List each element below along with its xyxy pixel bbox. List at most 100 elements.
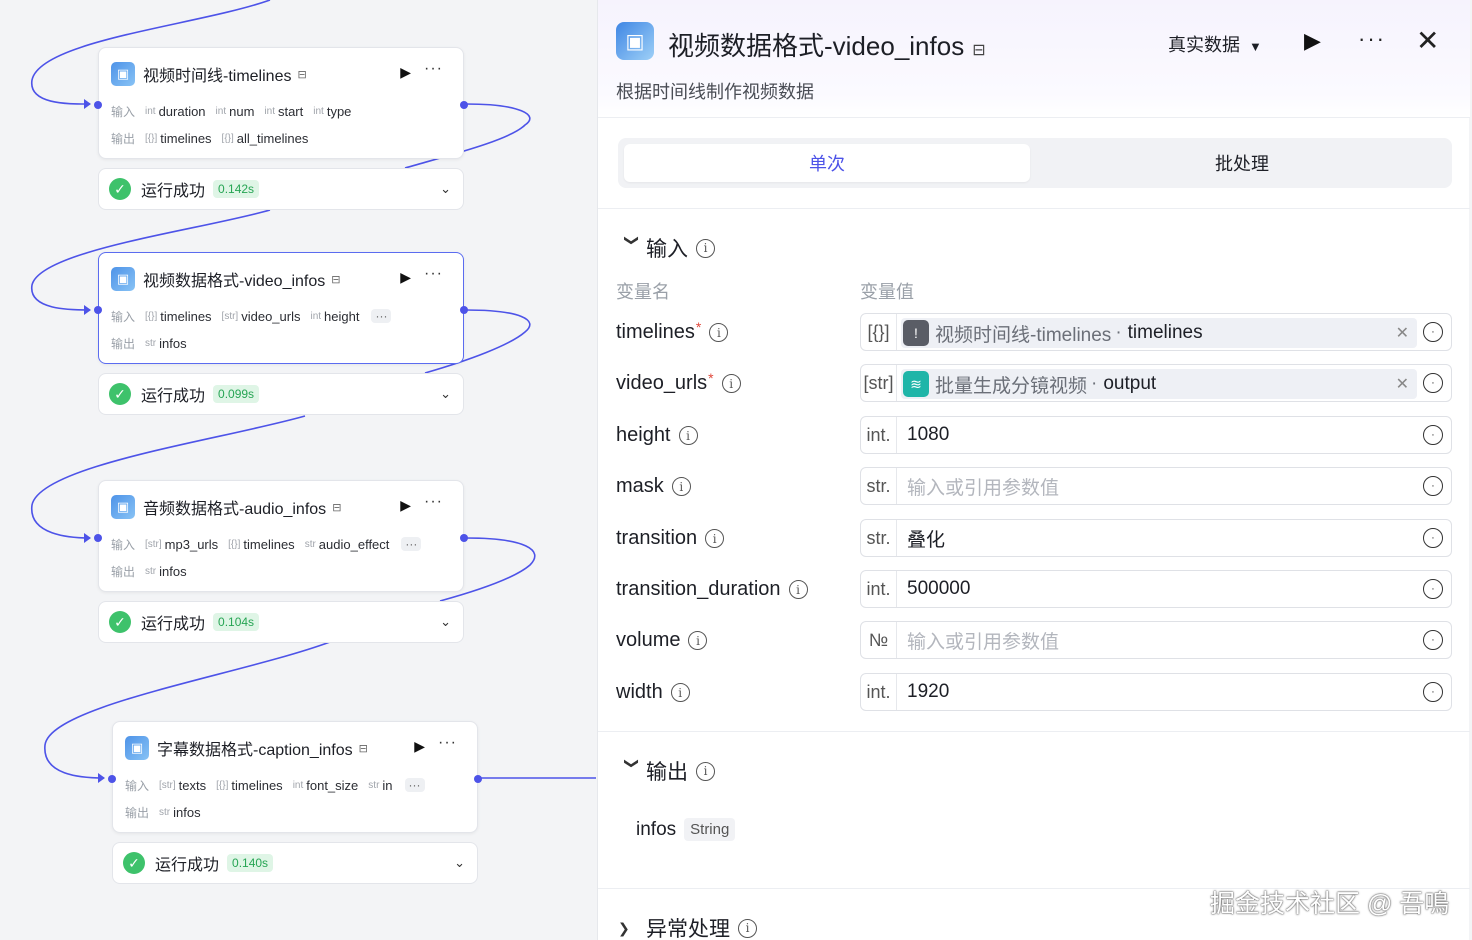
param-value-field[interactable]: int. 1920 · [860, 673, 1452, 711]
tab-batch[interactable]: 批处理 [1038, 144, 1446, 182]
output-section-toggle[interactable]: ❯ 输出 i [618, 756, 715, 786]
reference-node: 视频时间线-timelines [935, 324, 1112, 346]
param-value[interactable]: 1920 [907, 681, 949, 703]
output-param-tag: [{}] all_timelines [221, 130, 309, 146]
run-node-button[interactable]: ▶ [400, 269, 411, 286]
input-param-tag: str audio_effect [304, 536, 390, 552]
workflow-node[interactable]: ▣ 字幕数据格式-caption_infos ⊟ ▶ ··· 输入 [str] te… [108, 721, 482, 833]
input-label: 输入 [111, 309, 136, 324]
node-more-button[interactable]: ··· [424, 60, 443, 78]
input-port[interactable] [108, 775, 116, 783]
column-header-value: 变量值 [860, 282, 914, 302]
clear-icon[interactable]: ✕ [1396, 323, 1409, 343]
workflow-node[interactable]: ▣ 音频数据格式-audio_infos ⊟ ▶ ··· 输入 [str] mp3_… [94, 480, 468, 592]
input-port[interactable] [94, 101, 102, 109]
input-port[interactable] [94, 534, 102, 542]
reference-chip[interactable]: ≋ 批量生成分镜视频 · output ✕ [901, 369, 1417, 399]
data-mode-select[interactable]: 真实数据 ▼ [1168, 31, 1262, 57]
reference-settings-icon[interactable]: · [1423, 630, 1443, 650]
info-icon[interactable]: i [738, 918, 757, 938]
run-button[interactable]: ▶ [1304, 28, 1321, 54]
input-port[interactable] [94, 306, 102, 314]
input-label: 输入 [125, 778, 150, 793]
node-outputs: 输出 str infos [111, 562, 197, 580]
param-value-field[interactable]: int. 500000 · [860, 570, 1452, 608]
clear-icon[interactable]: ✕ [1396, 374, 1409, 394]
node-icon: ▣ [616, 22, 654, 60]
workflow-canvas[interactable]: ▣ 视频时间线-timelines ⊟ ▶ ··· 输入 int duration i… [0, 0, 596, 940]
param-value[interactable]: 500000 [907, 578, 970, 600]
run-node-button[interactable]: ▶ [400, 64, 411, 81]
run-status-bar[interactable]: ✓ 运行成功 0.099s ⌄ [98, 373, 464, 415]
input-section-toggle[interactable]: ❯ 输入 i [618, 233, 715, 263]
output-label: 输出 [111, 336, 136, 351]
more-params-button[interactable]: ··· [371, 309, 392, 323]
reference-settings-icon[interactable]: · [1423, 476, 1443, 496]
output-port[interactable] [460, 306, 468, 314]
reference-settings-icon[interactable]: · [1423, 682, 1443, 702]
check-circle-icon: ✓ [109, 178, 131, 200]
run-status-bar[interactable]: ✓ 运行成功 0.142s ⌄ [98, 168, 464, 210]
input-param-tag: int font_size [292, 777, 359, 793]
info-icon[interactable]: i [788, 580, 808, 599]
param-name: width i [616, 681, 690, 704]
info-icon[interactable]: i [709, 323, 729, 342]
info-icon[interactable]: i [670, 683, 690, 702]
run-node-button[interactable]: ▶ [400, 497, 411, 514]
info-icon[interactable]: i [696, 761, 715, 781]
info-icon[interactable]: i [671, 477, 691, 496]
reference-settings-icon[interactable]: · [1423, 579, 1443, 599]
param-value[interactable]: 叠化 [907, 525, 945, 552]
node-more-button[interactable]: ··· [438, 734, 457, 752]
param-value-field[interactable]: № 输入或引用参数值 · [860, 621, 1452, 659]
info-icon[interactable]: i [678, 426, 698, 445]
status-text: 运行成功 [141, 183, 206, 200]
close-icon[interactable]: ✕ [1416, 24, 1439, 57]
param-placeholder[interactable]: 输入或引用参数值 [907, 473, 1059, 500]
more-params-button[interactable]: ··· [401, 537, 422, 551]
run-status-bar[interactable]: ✓ 运行成功 0.140s ⌄ [112, 842, 478, 884]
node-outputs: 输出 [{}] timelines [{}] all_timelines [111, 129, 318, 147]
input-param-tag: int height [310, 308, 360, 324]
type-badge: № [861, 622, 897, 658]
plugin-icon: ▣ [111, 62, 135, 86]
param-placeholder[interactable]: 输入或引用参数值 [907, 627, 1059, 654]
layers-icon: ≋ [903, 371, 929, 397]
param-name: transition i [616, 527, 725, 550]
reference-chip[interactable]: ! 视频时间线-timelines · timelines ✕ [901, 318, 1417, 348]
node-title: 视频数据格式-video_infos [143, 273, 326, 290]
error-section-toggle[interactable]: ❯ 异常处理 i [618, 913, 757, 940]
node-outputs: 输出 str infos [111, 334, 197, 352]
workflow-node[interactable]: ▣ 视频时间线-timelines ⊟ ▶ ··· 输入 int duration i… [94, 47, 468, 159]
info-icon[interactable]: i [705, 529, 725, 548]
reference-settings-icon[interactable]: · [1423, 322, 1443, 342]
run-node-button[interactable]: ▶ [414, 738, 425, 755]
output-port[interactable] [460, 101, 468, 109]
run-status-bar[interactable]: ✓ 运行成功 0.104s ⌄ [98, 601, 464, 643]
param-value-field[interactable]: [{}] ! 视频时间线-timelines · timelines ✕ · [860, 313, 1452, 351]
node-more-button[interactable]: ··· [424, 493, 443, 511]
required-mark: * [695, 318, 702, 335]
param-value-field[interactable]: [str] ≋ 批量生成分镜视频 · output ✕ · [860, 364, 1452, 402]
more-button[interactable]: ··· [1358, 26, 1386, 52]
param-value-field[interactable]: str. 叠化 · [860, 519, 1452, 557]
input-section-title: 输入 [646, 238, 688, 261]
reference-settings-icon[interactable]: · [1423, 425, 1443, 445]
info-icon[interactable]: i [696, 238, 715, 258]
tab-single[interactable]: 单次 [624, 144, 1030, 182]
reference-settings-icon[interactable]: · [1423, 528, 1443, 548]
info-icon[interactable]: i [688, 631, 708, 650]
workflow-node[interactable]: ▣ 视频数据格式-video_infos ⊟ ▶ ··· 输入 [{}] timel… [94, 252, 468, 364]
more-params-button[interactable]: ··· [404, 778, 425, 792]
node-more-button[interactable]: ··· [424, 265, 443, 283]
param-value-field[interactable]: str. 输入或引用参数值 · [860, 467, 1452, 505]
param-name: volume i [616, 629, 708, 652]
output-port[interactable] [460, 534, 468, 542]
reference-settings-icon[interactable]: · [1423, 373, 1443, 393]
param-value-field[interactable]: int. 1080 · [860, 416, 1452, 454]
reference-node: 批量生成分镜视频 [935, 375, 1088, 397]
param-value[interactable]: 1080 [907, 424, 949, 446]
info-icon[interactable]: i [721, 374, 741, 393]
output-port[interactable] [474, 775, 482, 783]
run-time-badge: 0.140s [227, 854, 274, 872]
